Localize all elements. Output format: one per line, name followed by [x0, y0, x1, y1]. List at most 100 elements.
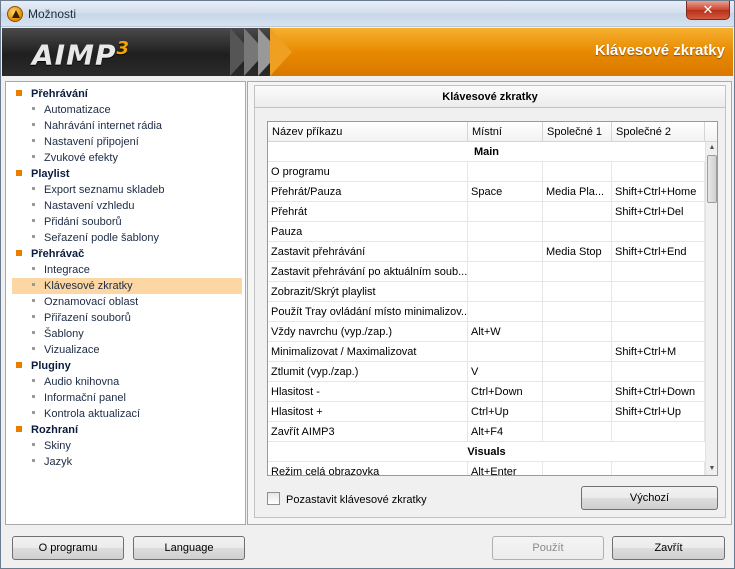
table-cell[interactable]: [468, 222, 543, 242]
table-cell[interactable]: Shift+Ctrl+M: [612, 342, 705, 362]
table-cell[interactable]: [543, 362, 612, 382]
table-cell[interactable]: [543, 282, 612, 302]
table-cell[interactable]: [543, 322, 612, 342]
table-cell[interactable]: Alt+W: [468, 322, 543, 342]
scroll-down-icon[interactable]: ▼: [706, 463, 717, 475]
table-cell[interactable]: Ctrl+Up: [468, 402, 543, 422]
table-cell[interactable]: [468, 162, 543, 182]
table-cell[interactable]: Zobrazit/Skrýt playlist: [268, 282, 468, 302]
column-header[interactable]: Společné 2: [612, 122, 705, 142]
table-cell[interactable]: [543, 422, 612, 442]
table-row[interactable]: Přehrát Shift+Ctrl+Del: [268, 202, 705, 222]
sidebar-item[interactable]: Nahrávání internet rádia: [32, 118, 162, 134]
title-bar[interactable]: Možnosti ✕: [1, 1, 734, 27]
table-row[interactable]: Zavřít AIMP3 Alt+F4: [268, 422, 705, 442]
table-cell[interactable]: [468, 342, 543, 362]
sidebar-item[interactable]: Audio knihovna: [32, 374, 119, 390]
about-button[interactable]: O programu: [12, 536, 124, 560]
table-cell[interactable]: [543, 262, 612, 282]
sidebar-category[interactable]: Rozhraní: [16, 422, 78, 438]
sidebar-item[interactable]: Skiny: [32, 438, 71, 454]
column-header[interactable]: Místní: [468, 122, 543, 142]
table-cell[interactable]: Přehrát/Pauza: [268, 182, 468, 202]
table-cell[interactable]: [543, 342, 612, 362]
table-cell[interactable]: [543, 462, 612, 475]
table-cell[interactable]: Space: [468, 182, 543, 202]
table-cell[interactable]: [612, 222, 705, 242]
table-cell[interactable]: Zavřít AIMP3: [268, 422, 468, 442]
table-row[interactable]: Minimalizovat / Maximalizovat Shift+Ctrl+…: [268, 342, 705, 362]
table-cell[interactable]: Pauza: [268, 222, 468, 242]
table-cell[interactable]: [543, 222, 612, 242]
table-cell[interactable]: [543, 382, 612, 402]
table-row[interactable]: Zastavit přehrávání Media Stop Shift+Ctrl+…: [268, 242, 705, 262]
checkbox-box[interactable]: [267, 492, 280, 505]
scroll-up-icon[interactable]: ▲: [706, 142, 717, 154]
scroll-thumb[interactable]: [707, 155, 717, 203]
window-close-button[interactable]: ✕: [686, 1, 730, 20]
table-cell[interactable]: Media Stop: [543, 242, 612, 262]
table-row[interactable]: Zastavit přehrávání po aktuálním soub...: [268, 262, 705, 282]
sidebar-item[interactable]: Jazyk: [32, 454, 72, 470]
sidebar-category[interactable]: Přehrávač: [16, 246, 84, 262]
sidebar-item[interactable]: Klávesové zkratky: [12, 278, 242, 294]
sidebar-item[interactable]: Přidání souborů: [32, 214, 122, 230]
table-cell[interactable]: Zastavit přehrávání po aktuálním soub...: [268, 262, 468, 282]
table-cell[interactable]: Shift+Ctrl+Del: [612, 202, 705, 222]
table-cell[interactable]: Shift+Ctrl+Home: [612, 182, 705, 202]
aimp-app-icon[interactable]: [7, 6, 23, 22]
sidebar-item[interactable]: Oznamovací oblast: [32, 294, 138, 310]
table-row[interactable]: Režim celá obrazovka Alt+Enter: [268, 462, 705, 475]
table-cell[interactable]: [543, 302, 612, 322]
table-cell[interactable]: Ctrl+Down: [468, 382, 543, 402]
table-cell[interactable]: [468, 302, 543, 322]
table-cell[interactable]: Přehrát: [268, 202, 468, 222]
table-cell[interactable]: [612, 322, 705, 342]
table-cell[interactable]: Režim celá obrazovka: [268, 462, 468, 475]
sidebar-item[interactable]: Vizualizace: [32, 342, 99, 358]
table-cell[interactable]: [612, 462, 705, 475]
table-cell[interactable]: Alt+F4: [468, 422, 543, 442]
table-cell[interactable]: Zastavit přehrávání: [268, 242, 468, 262]
table-cell[interactable]: Hlasitost -: [268, 382, 468, 402]
table-cell[interactable]: Media Pla...: [543, 182, 612, 202]
table-cell[interactable]: Vždy navrchu (vyp./zap.): [268, 322, 468, 342]
table-row[interactable]: Zobrazit/Skrýt playlist: [268, 282, 705, 302]
table-row[interactable]: Přehrát/Pauza Space Media Pla... Shift+Ctrl…: [268, 182, 705, 202]
table-cell[interactable]: [612, 262, 705, 282]
pause-shortcuts-checkbox[interactable]: Pozastavit klávesové zkratky: [267, 492, 427, 506]
table-cell[interactable]: [612, 422, 705, 442]
table-cell[interactable]: V: [468, 362, 543, 382]
language-button[interactable]: Language: [133, 536, 245, 560]
table-cell[interactable]: Alt+Enter: [468, 462, 543, 475]
table-cell[interactable]: [543, 202, 612, 222]
table-cell[interactable]: [468, 282, 543, 302]
sidebar-item[interactable]: Šablony: [32, 326, 84, 342]
sidebar-category[interactable]: Playlist: [16, 166, 70, 182]
table-cell[interactable]: O programu: [268, 162, 468, 182]
sidebar-item[interactable]: Nastavení vzhledu: [32, 198, 135, 214]
table-cell[interactable]: Ztlumit (vyp./zap.): [268, 362, 468, 382]
table-cell[interactable]: Minimalizovat / Maximalizovat: [268, 342, 468, 362]
close-button[interactable]: Zavřít: [612, 536, 725, 560]
vertical-scrollbar[interactable]: ▲ ▼: [705, 142, 717, 475]
sidebar-category[interactable]: Pluginy: [16, 358, 71, 374]
table-cell[interactable]: [468, 262, 543, 282]
table-row[interactable]: Hlasitost + Ctrl+Up Shift+Ctrl+Up: [268, 402, 705, 422]
sidebar-item[interactable]: Integrace: [32, 262, 90, 278]
sidebar-item[interactable]: Export seznamu skladeb: [32, 182, 164, 198]
sidebar-item[interactable]: Informační panel: [32, 390, 126, 406]
table-cell[interactable]: [612, 282, 705, 302]
table-cell[interactable]: Shift+Ctrl+End: [612, 242, 705, 262]
table-cell[interactable]: [543, 162, 612, 182]
table-row[interactable]: Vždy navrchu (vyp./zap.) Alt+W: [268, 322, 705, 342]
sidebar-item[interactable]: Přiřazení souborů: [32, 310, 131, 326]
table-cell[interactable]: [468, 242, 543, 262]
sidebar-item[interactable]: Zvukové efekty: [32, 150, 118, 166]
sidebar-category[interactable]: Přehrávání: [16, 86, 88, 102]
table-cell[interactable]: Shift+Ctrl+Down: [612, 382, 705, 402]
table-cell[interactable]: Shift+Ctrl+Up: [612, 402, 705, 422]
default-button[interactable]: Výchozí: [581, 486, 718, 510]
column-header[interactable]: Název příkazu: [268, 122, 468, 142]
table-row[interactable]: Hlasitost - Ctrl+Down Shift+Ctrl+Down: [268, 382, 705, 402]
